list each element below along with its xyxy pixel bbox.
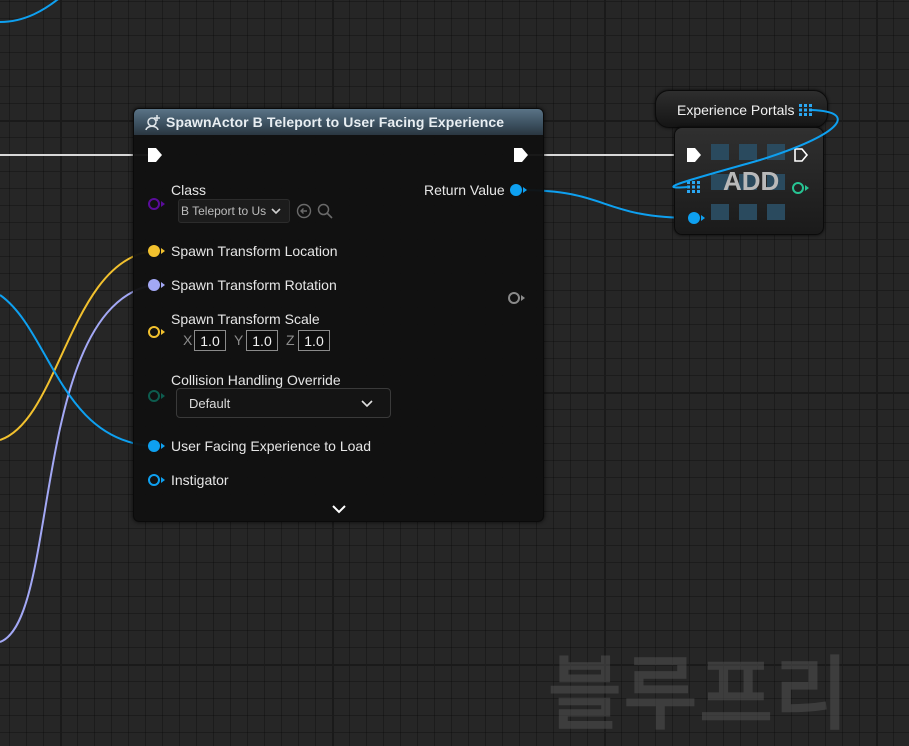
exec-in-pin[interactable]: [147, 147, 163, 163]
collision-dropdown[interactable]: Default: [176, 388, 391, 418]
class-pin-arrow: [161, 201, 165, 207]
location-pin-arrow: [161, 248, 165, 254]
ufe-label: User Facing Experience to Load: [171, 438, 371, 454]
collision-value: Default: [189, 395, 231, 411]
class-select[interactable]: B Teleport to Us: [178, 199, 290, 223]
add-exec-out-pin[interactable]: [793, 147, 809, 163]
add-exec-in-pin[interactable]: [686, 147, 702, 163]
add-node-label: ADD: [723, 166, 780, 196]
scale-label: Spawn Transform Scale: [171, 311, 320, 327]
collision-pin-arrow: [161, 393, 165, 399]
wire-return-value: [519, 189, 695, 219]
split-pin-arrow: [521, 295, 525, 301]
add-target-array-icon[interactable]: [687, 181, 701, 193]
class-pin[interactable]: [148, 198, 160, 210]
location-pin[interactable]: [148, 245, 160, 257]
class-value: B Teleport to Us: [181, 204, 267, 218]
scale-x-field[interactable]: 1.0: [194, 330, 226, 351]
scale-y-label: Y: [234, 332, 244, 348]
scale-x-label: X: [183, 332, 193, 348]
add-index-out-pin[interactable]: [792, 182, 804, 194]
scale-z-field[interactable]: 1.0: [298, 330, 330, 351]
scale-pin[interactable]: [148, 326, 160, 338]
collision-pin[interactable]: [148, 390, 160, 402]
wire-rotation: [0, 284, 153, 643]
class-label: Class: [171, 182, 207, 198]
browse-search-icon[interactable]: [317, 203, 333, 219]
wire-location: [0, 250, 154, 441]
node-header[interactable]: SpawnActor B Teleport to User Facing Exp…: [134, 109, 543, 135]
node-title: SpawnActor B Teleport to User Facing Exp…: [166, 114, 505, 130]
instigator-pin[interactable]: [148, 474, 160, 486]
spawn-actor-icon: [145, 115, 160, 131]
scale-z-label: Z: [286, 332, 295, 348]
ufe-pin[interactable]: [148, 440, 160, 452]
rotation-label: Spawn Transform Rotation: [171, 277, 337, 293]
experience-portals-node[interactable]: Experience Portals: [655, 90, 828, 128]
chevron-down-icon: [361, 400, 373, 408]
collision-label: Collision Handling Override: [171, 372, 341, 388]
scale-y-field[interactable]: 1.0: [246, 330, 278, 351]
wire-top-left-curve: [0, 0, 59, 23]
experience-portals-label: Experience Portals: [677, 102, 795, 118]
location-label: Spawn Transform Location: [171, 243, 338, 259]
expand-advanced-chevron-icon[interactable]: [331, 502, 347, 516]
add-item-pin-arrow: [701, 215, 705, 221]
rotation-pin[interactable]: [148, 279, 160, 291]
array-grid-icon[interactable]: [799, 104, 813, 116]
rotation-pin-arrow: [161, 282, 165, 288]
return-value-label: Return Value: [424, 182, 505, 198]
split-pin[interactable]: [508, 292, 520, 304]
exec-out-pin[interactable]: [513, 147, 529, 163]
chevron-down-icon: [271, 208, 281, 215]
return-value-pin[interactable]: [510, 184, 522, 196]
return-value-pin-arrow: [523, 187, 527, 193]
instigator-pin-arrow: [161, 477, 165, 483]
instigator-label: Instigator: [171, 472, 229, 488]
scale-pin-arrow: [161, 329, 165, 335]
add-item-pin[interactable]: [688, 212, 700, 224]
ufe-pin-arrow: [161, 443, 165, 449]
watermark-text: 블루프리: [548, 650, 851, 739]
add-index-out-pin-arrow: [805, 185, 809, 191]
use-selected-arrow-icon[interactable]: [296, 203, 312, 219]
